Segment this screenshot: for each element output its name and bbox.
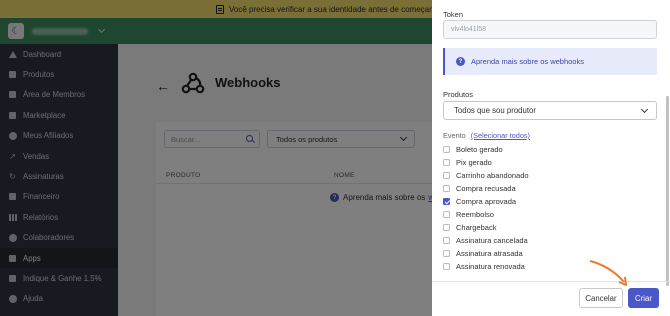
checkbox[interactable] [443,263,450,270]
event-checkbox-row[interactable]: Assinatura renovada [443,260,529,273]
trend-icon: ↗ [9,151,16,161]
sidebar-item-ajuda[interactable]: Ajuda [0,289,118,309]
sidebar-item-marketplace[interactable]: Marketplace [0,105,118,125]
info-callout[interactable]: ? Aprenda mais sobre os webhooks [443,48,657,75]
users-icon [8,131,17,140]
tag-icon [8,70,17,79]
event-checkbox-row[interactable]: Compra recusada [443,182,529,195]
sidebar-menu: Dashboard Produtos Área de Membros Marke… [0,44,118,309]
evento-label-row: Evento (Selecionar todos) [443,131,530,140]
apps-icon [8,254,17,263]
sidebar-item-area-de-membros[interactable]: Área de Membros [0,85,118,105]
event-list: Boleto gerado Pix gerado Carrinho abando… [443,143,529,273]
sidebar-item-indique-ganhe[interactable]: Indique & Ganhe 1.5% [0,268,118,288]
product-filter-select[interactable]: Todos os produtos [267,130,415,148]
sidebar-item-meus-afiliados[interactable]: Meus Afiliados [0,126,118,146]
event-checkbox-row[interactable]: Boleto gerado [443,143,529,156]
home-icon [8,50,17,59]
sidebar-item-relatorios[interactable]: Relatórios [0,207,118,227]
banner-text: Você precisa verificar a sua identidade … [229,4,439,14]
sidebar-item-dashboard[interactable]: Dashboard [0,44,118,64]
help-icon: ? [330,193,339,202]
sidebar-item-colaboradores[interactable]: Colaboradores [0,228,118,248]
top-bar [118,18,432,44]
bar-chart-icon [8,213,17,222]
event-checkbox-row[interactable]: Pix gerado [443,156,529,169]
scrollbar[interactable] [666,96,669,286]
wallet-icon [8,192,17,201]
webhook-icon [181,72,205,94]
webhook-form-panel: Token vlv4lo41l58 ? Aprenda mais sobre o… [432,0,670,316]
checkbox[interactable] [443,159,450,166]
event-checkbox-row[interactable]: Carrinho abandonado [443,169,529,182]
checkbox[interactable] [443,224,450,231]
page-title: Webhooks [215,75,281,90]
search-input[interactable]: Buscar... [164,130,260,148]
webhooks-card: Buscar... Todos os produtos PRODUTO NOME… [156,122,439,316]
footer-divider [432,281,670,282]
create-button[interactable]: Criar [628,288,659,308]
event-checkbox-row[interactable]: Reembolso [443,208,529,221]
account-switcher[interactable]: ☾ [0,18,118,44]
account-avatar: ☾ [8,23,24,39]
chevron-down-icon [399,133,408,142]
chevron-down-icon [98,27,106,35]
checkbox[interactable] [443,250,450,257]
produtos-label: Produtos [443,90,474,99]
table-header: PRODUTO NOME [156,168,432,184]
column-header-nome: NOME [334,172,355,179]
sidebar-item-assinaturas[interactable]: ↻ Assinaturas [0,166,118,186]
checkbox-checked[interactable] [443,198,450,205]
document-icon [216,4,224,14]
search-icon[interactable] [246,135,253,142]
event-checkbox-row[interactable]: Assinatura cancelada [443,234,529,247]
store-icon [8,111,17,120]
learn-more-row: ? Aprenda mais sobre os we [330,193,439,202]
checkbox[interactable] [443,211,450,218]
checkbox[interactable] [443,185,450,192]
event-checkbox-row[interactable]: Chargeback [443,221,529,234]
sidebar-item-apps[interactable]: Apps [0,247,118,269]
sidebar: ☾ Dashboard Produtos Área de Membros Mar… [0,18,118,316]
event-checkbox-row[interactable]: Assinatura atrasada [443,247,529,260]
grid-icon [8,90,17,99]
account-name-blurred [32,27,88,35]
main-content: ← Webhooks Buscar... Todos os produtos P… [118,18,439,316]
checkbox[interactable] [443,237,450,244]
checkbox[interactable] [443,172,450,179]
sidebar-item-financeiro[interactable]: Financeiro [0,187,118,207]
annotation-arrow-icon [589,260,627,286]
sidebar-item-produtos[interactable]: Produtos [0,64,118,84]
select-all-link[interactable]: (Selecionar todos) [471,131,530,140]
event-checkbox-row[interactable]: Compra aprovada [443,195,529,208]
column-header-produto: PRODUTO [166,172,201,179]
back-arrow-icon[interactable]: ← [156,78,170,94]
checkbox[interactable] [443,146,450,153]
refresh-icon: ↻ [9,172,16,182]
sidebar-item-vendas[interactable]: ↗ Vendas [0,146,118,166]
gift-icon [8,274,17,283]
help-icon [8,294,17,303]
token-label: Token [443,10,464,19]
team-icon [8,233,17,242]
cancel-button[interactable]: Cancelar [579,288,623,308]
help-icon: ? [456,57,465,66]
token-field[interactable]: vlv4lo41l58 [443,20,657,39]
produtos-select[interactable]: Todos que sou produtor [443,101,657,120]
chevron-down-icon [640,105,649,114]
